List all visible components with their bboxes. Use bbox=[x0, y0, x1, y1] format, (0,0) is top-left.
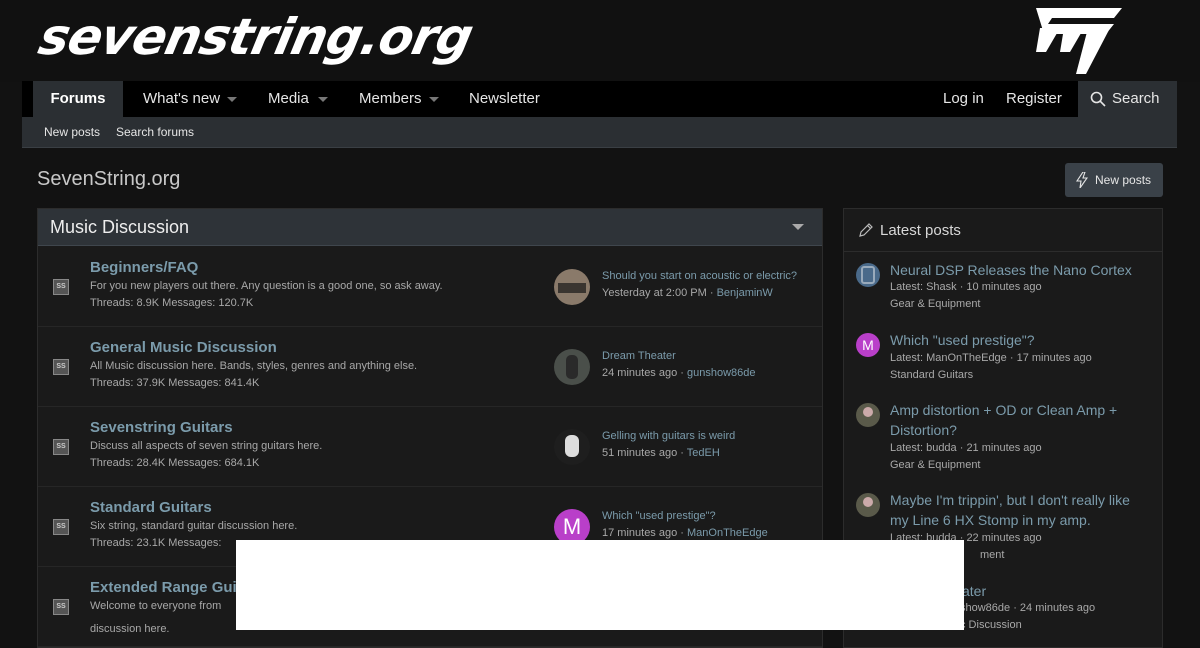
latest-post-title[interactable]: Which "used prestige"? bbox=[890, 330, 1150, 350]
last-post-meta: 51 minutes ago · TedEH bbox=[602, 447, 720, 459]
last-post-user[interactable]: BenjaminW bbox=[717, 287, 773, 299]
forum-row: SS Beginners/FAQ For you new players out… bbox=[38, 247, 822, 327]
forum-stats: discussion here. bbox=[90, 623, 170, 635]
forum-row: SS General Music Discussion All Music di… bbox=[38, 327, 822, 407]
forum-description: Discuss all aspects of seven string guit… bbox=[90, 440, 323, 452]
forum-title[interactable]: Sevenstring Guitars bbox=[90, 419, 233, 436]
forum-row: SS Sevenstring Guitars Discuss all aspec… bbox=[38, 407, 822, 487]
last-post-title[interactable]: Which "used prestige"? bbox=[602, 510, 814, 522]
avatar-image bbox=[558, 283, 586, 293]
avatar[interactable]: M bbox=[856, 333, 880, 357]
forum-description: Welcome to everyone from bbox=[90, 600, 222, 612]
latest-post-forum[interactable]: ment bbox=[980, 549, 1004, 561]
latest-post-title[interactable]: Amp distortion + OD or Clean Amp + Disto… bbox=[890, 400, 1150, 440]
nav-whats-new[interactable]: What's new bbox=[143, 81, 220, 117]
last-post-time[interactable]: Yesterday at 2:00 PM bbox=[602, 287, 707, 299]
lightning-bolt-icon bbox=[1076, 172, 1088, 188]
last-post-meta: Yesterday at 2:00 PM · BenjaminW bbox=[602, 287, 773, 299]
avatar[interactable] bbox=[554, 349, 590, 385]
search-label: Search bbox=[1112, 90, 1160, 107]
login-link[interactable]: Log in bbox=[943, 81, 984, 117]
site-header: sevenstring.org bbox=[0, 0, 1200, 82]
last-post-title[interactable]: Dream Theater bbox=[602, 350, 814, 362]
collapse-chevron-down-icon[interactable] bbox=[792, 224, 804, 230]
forum-icon: SS bbox=[53, 519, 69, 535]
avatar-image bbox=[863, 407, 873, 417]
avatar-image bbox=[861, 266, 875, 284]
latest-posts-title[interactable]: Latest posts bbox=[880, 222, 961, 239]
new-posts-button-label: New posts bbox=[1095, 173, 1152, 187]
last-post-title[interactable]: Gelling with guitars is weird bbox=[602, 430, 814, 442]
latest-post-forum[interactable]: c Discussion bbox=[960, 619, 1022, 631]
last-post-user[interactable]: ManOnTheEdge bbox=[687, 527, 768, 539]
forum-title[interactable]: Standard Guitars bbox=[90, 499, 212, 516]
forum-icon: SS bbox=[53, 599, 69, 615]
avatar[interactable] bbox=[856, 263, 880, 287]
latest-post-title[interactable]: Maybe I'm trippin', but I don't really l… bbox=[890, 490, 1150, 530]
forum-icon: SS bbox=[53, 279, 69, 295]
category-header: Music Discussion bbox=[38, 209, 822, 246]
latest-post-title[interactable]: ater bbox=[962, 581, 1200, 601]
forum-icon: SS bbox=[53, 359, 69, 375]
media-chevron-down-icon[interactable] bbox=[318, 97, 328, 102]
forum-icon: SS bbox=[53, 439, 69, 455]
new-posts-button[interactable]: New posts bbox=[1065, 163, 1163, 197]
main-nav: Forums What's new Media Members Newslett… bbox=[22, 81, 1177, 117]
last-post-time[interactable]: 51 minutes ago bbox=[602, 447, 677, 459]
forum-title[interactable]: Beginners/FAQ bbox=[90, 259, 198, 276]
overlay-blank-panel bbox=[236, 540, 964, 630]
latest-post-meta[interactable]: Latest: Shask · 10 minutes ago bbox=[890, 281, 1042, 293]
latest-post-forum[interactable]: Standard Guitars bbox=[890, 369, 973, 381]
site-logo[interactable]: sevenstring.org bbox=[33, 6, 478, 68]
avatar[interactable] bbox=[554, 429, 590, 465]
page-title: SevenString.org bbox=[37, 168, 181, 190]
last-post-time[interactable]: 24 minutes ago bbox=[602, 367, 677, 379]
nav-newsletter[interactable]: Newsletter bbox=[469, 81, 540, 117]
last-post-time[interactable]: 17 minutes ago bbox=[602, 527, 677, 539]
sub-nav: New posts Search forums bbox=[22, 117, 1177, 148]
category-title[interactable]: Music Discussion bbox=[50, 209, 189, 246]
logo-mark-icon[interactable] bbox=[1030, 2, 1122, 81]
forum-stats: Threads: 23.1K Messages: bbox=[90, 537, 222, 549]
forum-description: For you new players out there. Any quest… bbox=[90, 280, 443, 292]
forum-stats: Threads: 8.9K Messages: 120.7K bbox=[90, 297, 254, 309]
last-post-user[interactable]: TedEH bbox=[687, 447, 720, 459]
avatar[interactable] bbox=[856, 403, 880, 427]
forum-description: Six string, standard guitar discussion h… bbox=[90, 520, 298, 532]
subnav-new-posts[interactable]: New posts bbox=[44, 117, 100, 147]
latest-post-forum[interactable]: Gear & Equipment bbox=[890, 459, 981, 471]
members-chevron-down-icon[interactable] bbox=[429, 97, 439, 102]
latest-posts-header: Latest posts bbox=[844, 209, 1162, 252]
forum-title[interactable]: Extended Range Gui bbox=[90, 579, 237, 596]
avatar[interactable] bbox=[856, 493, 880, 517]
last-post-title[interactable]: Should you start on acoustic or electric… bbox=[602, 270, 814, 282]
latest-post-meta[interactable]: show86de · 24 minutes ago bbox=[960, 602, 1095, 614]
last-post-user[interactable]: gunshow86de bbox=[687, 367, 756, 379]
avatar[interactable] bbox=[554, 269, 590, 305]
latest-post-meta[interactable]: Latest: ManOnTheEdge · 17 minutes ago bbox=[890, 352, 1092, 364]
nav-forums[interactable]: Forums bbox=[33, 81, 123, 117]
forum-description: All Music discussion here. Bands, styles… bbox=[90, 360, 418, 372]
forum-stats: Threads: 28.4K Messages: 684.1K bbox=[90, 457, 260, 469]
latest-post-forum[interactable]: Gear & Equipment bbox=[890, 298, 981, 310]
nav-media[interactable]: Media bbox=[268, 81, 309, 117]
latest-post-meta[interactable]: Latest: budda · 21 minutes ago bbox=[890, 442, 1042, 454]
pencil-icon bbox=[859, 223, 873, 237]
last-post-meta: 24 minutes ago · gunshow86de bbox=[602, 367, 756, 379]
subnav-search-forums[interactable]: Search forums bbox=[116, 117, 194, 147]
whats-new-chevron-down-icon[interactable] bbox=[227, 97, 237, 102]
avatar-image bbox=[566, 355, 578, 379]
nav-members[interactable]: Members bbox=[359, 81, 422, 117]
last-post-meta: 17 minutes ago · ManOnTheEdge bbox=[602, 527, 768, 539]
forum-title[interactable]: General Music Discussion bbox=[90, 339, 277, 356]
search-button[interactable]: Search bbox=[1078, 81, 1177, 117]
register-link[interactable]: Register bbox=[1006, 81, 1062, 117]
forum-stats: Threads: 37.9K Messages: 841.4K bbox=[90, 377, 260, 389]
avatar-image bbox=[565, 435, 579, 457]
latest-post-title[interactable]: Neural DSP Releases the Nano Cortex bbox=[890, 260, 1150, 280]
avatar-image bbox=[863, 497, 873, 507]
search-icon bbox=[1090, 91, 1106, 107]
